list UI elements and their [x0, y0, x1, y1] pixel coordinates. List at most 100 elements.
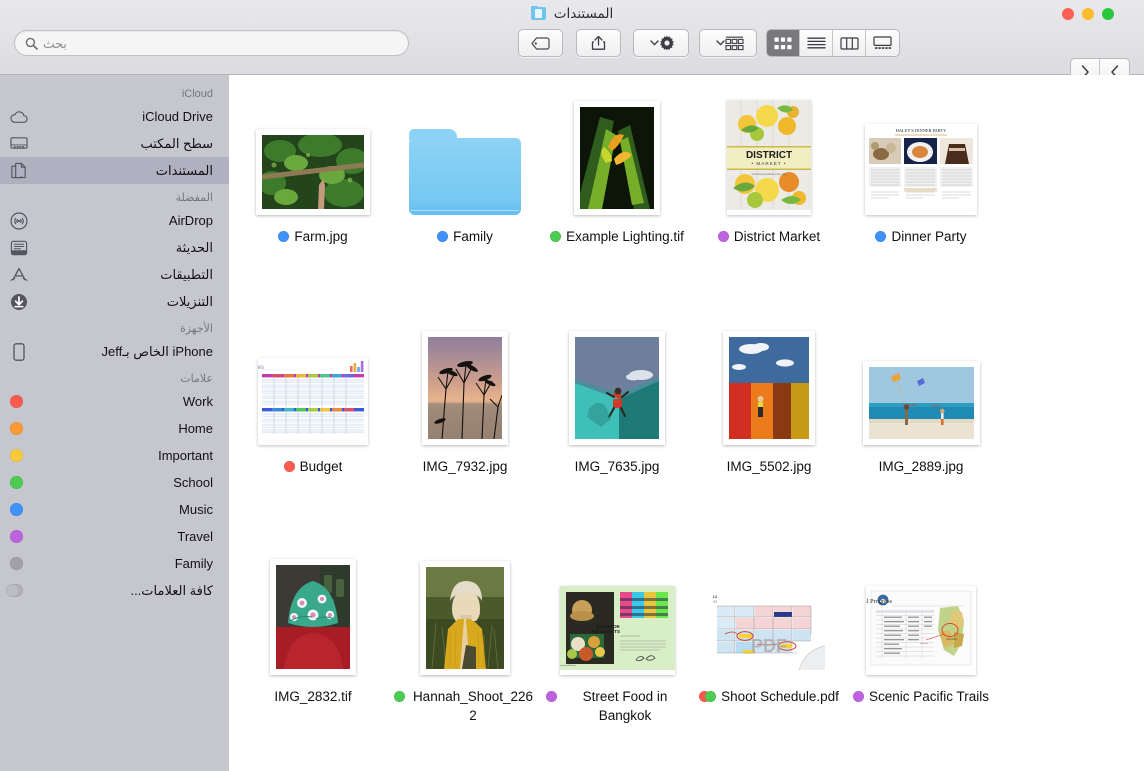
- sidebar-item-applications[interactable]: التطبيقات: [0, 261, 229, 288]
- thumbnail: BB Equipment Quote 18.2 January 2018: [704, 553, 834, 675]
- sidebar-item-label: AirDrop: [36, 213, 213, 228]
- file-item[interactable]: DISTRICT • MARKET • Fresh local produce …: [695, 89, 843, 309]
- sidebar-tag-travel[interactable]: Travel: [0, 523, 229, 550]
- sidebar-item-downloads[interactable]: التنزيلات: [0, 288, 229, 315]
- document-thumbnail-district-market: DISTRICT • MARKET • Fresh local produce …: [727, 100, 811, 215]
- file-item[interactable]: Hannah_Shoot_2262: [391, 549, 539, 769]
- file-name: IMG_7932.jpg: [423, 457, 508, 476]
- thumbnail: [704, 323, 834, 445]
- file-item[interactable]: IMG_2889.jpg: [847, 319, 995, 539]
- sidebar-tag-all-tags[interactable]: كافة العلامات...: [0, 577, 229, 604]
- folder-icon: [409, 129, 521, 215]
- sidebar-item-label: Home: [34, 421, 213, 436]
- file-item[interactable]: Farm.jpg: [239, 89, 387, 309]
- file-item[interactable]: Trail Progress: [847, 549, 995, 769]
- file-label-row: IMG_2889.jpg: [850, 457, 992, 476]
- sidebar-item-airdrop[interactable]: AirDrop: [0, 207, 229, 234]
- file-item[interactable]: BB Equipment Quote 18.2 January 2018: [695, 549, 843, 769]
- file-item[interactable]: IMG_7932.jpg: [391, 319, 539, 539]
- photo-thumbnail-2832: [270, 559, 356, 675]
- search-field[interactable]: بحث: [14, 30, 409, 56]
- share-button[interactable]: [577, 30, 620, 56]
- sidebar-header-favorites: المفضلة: [0, 184, 229, 207]
- list-view-button[interactable]: [800, 30, 833, 56]
- sidebar-item-label: iPhone الخاص بـJeff: [36, 344, 213, 360]
- photo-thumbnail-7635: [569, 331, 665, 445]
- downloads-icon: [10, 293, 28, 311]
- sidebar-item-label: المستندات: [36, 163, 213, 179]
- file-item[interactable]: IMG_5502.jpg: [695, 319, 843, 539]
- thumbnail: [248, 553, 378, 675]
- sidebar-item-desktop[interactable]: سطح المكتب: [0, 130, 229, 157]
- svg-text:HALEY'S DINNER PARTY: HALEY'S DINNER PARTY: [896, 128, 947, 133]
- sidebar-tag-important[interactable]: Important: [0, 442, 229, 469]
- sidebar-tag-work[interactable]: Work: [0, 388, 229, 415]
- sidebar-item-label: Important: [34, 448, 213, 463]
- file-name: Scenic Pacific Trails: [869, 687, 989, 706]
- sidebar-item-label: School: [34, 475, 213, 490]
- window-title-row: المستندات: [0, 0, 1144, 27]
- thumbnail: [552, 93, 682, 215]
- file-grid-pane[interactable]: Farm.jpg Family: [229, 75, 1144, 771]
- minimize-button[interactable]: [1082, 8, 1094, 20]
- sidebar-item-iphone[interactable]: iPhone الخاص بـJeff: [0, 338, 229, 365]
- sidebar-item-recents[interactable]: الحديثة: [0, 234, 229, 261]
- thumbnail: [856, 323, 986, 445]
- file-tag-dot: [550, 231, 561, 242]
- file-item[interactable]: Family: [391, 89, 539, 309]
- search-input[interactable]: بحث: [43, 36, 67, 51]
- sidebar-item-icloud-drive[interactable]: iCloud Drive: [0, 103, 229, 130]
- sidebar-header-icloud: iCloud: [0, 81, 229, 103]
- tag-color-dot: [10, 422, 23, 435]
- file-label-row: IMG_5502.jpg: [698, 457, 840, 476]
- file-name: IMG_2832.tif: [274, 687, 351, 706]
- arrange-button[interactable]: [700, 30, 756, 56]
- file-label-row: Scenic Pacific Trails: [850, 687, 992, 706]
- column-view-button[interactable]: [833, 30, 866, 56]
- spreadsheet-thumbnail-budget: Expenses: [258, 358, 368, 445]
- sidebar-header-devices: الأجهزة: [0, 315, 229, 338]
- thumbnail: [400, 323, 530, 445]
- file-label-row: Shoot Schedule.pdf: [698, 687, 840, 706]
- file-tag-dot: [437, 231, 448, 242]
- sidebar-tag-home[interactable]: Home: [0, 415, 229, 442]
- arrange-button-group[interactable]: [699, 29, 757, 57]
- toolbar: بحث: [0, 28, 1144, 72]
- action-button[interactable]: [634, 30, 688, 56]
- file-label-row: Budget: [242, 457, 384, 476]
- sidebar-tag-music[interactable]: Music: [0, 496, 229, 523]
- chevron-down-icon: [650, 40, 659, 46]
- file-item[interactable]: BANGKOK HIGHLIGHTS Street Food Market: [543, 549, 691, 769]
- file-item[interactable]: Example Lighting.tif: [543, 89, 691, 309]
- tag-color-dot: [10, 584, 23, 597]
- file-label-row: IMG_2832.tif: [242, 687, 384, 706]
- sidebar-item-label: Music: [34, 502, 213, 517]
- photo-thumbnail-hannah: [420, 561, 510, 675]
- zoom-button[interactable]: [1102, 8, 1114, 20]
- file-label-row: Dinner Party: [850, 227, 992, 246]
- sidebar-tag-school[interactable]: School: [0, 469, 229, 496]
- thumbnail: HALEY'S DINNER PARTY: [856, 93, 986, 215]
- thumbnail: DISTRICT • MARKET • Fresh local produce …: [704, 93, 834, 215]
- document-thumbnail-dinner-party: HALEY'S DINNER PARTY: [865, 124, 977, 215]
- thumbnail: BANGKOK HIGHLIGHTS Street Food Market: [552, 553, 682, 675]
- file-label-row: Example Lighting.tif: [546, 227, 688, 246]
- sidebar-item-documents[interactable]: المستندات: [0, 157, 229, 184]
- file-item[interactable]: Expenses: [239, 319, 387, 539]
- tag-button[interactable]: [519, 30, 562, 56]
- icon-view-button[interactable]: [767, 30, 800, 56]
- file-item[interactable]: IMG_7635.jpg: [543, 319, 691, 539]
- file-name: District Market: [734, 227, 820, 246]
- coverflow-view-button[interactable]: [866, 30, 899, 56]
- svg-text:January 2018: January 2018: [713, 600, 717, 604]
- svg-text:NEVADA: NEVADA: [947, 637, 958, 641]
- file-item[interactable]: IMG_2832.tif: [239, 549, 387, 769]
- action-button-group[interactable]: [633, 29, 689, 57]
- titlebar: المستندات بحث: [0, 0, 1144, 75]
- photo-thumbnail-farm: [256, 129, 370, 215]
- file-item[interactable]: HALEY'S DINNER PARTY: [847, 89, 995, 309]
- sidebar-tag-family[interactable]: Family: [0, 550, 229, 577]
- file-name: IMG_5502.jpg: [727, 457, 812, 476]
- file-label-row: IMG_7932.jpg: [394, 457, 536, 476]
- close-button[interactable]: [1062, 8, 1074, 20]
